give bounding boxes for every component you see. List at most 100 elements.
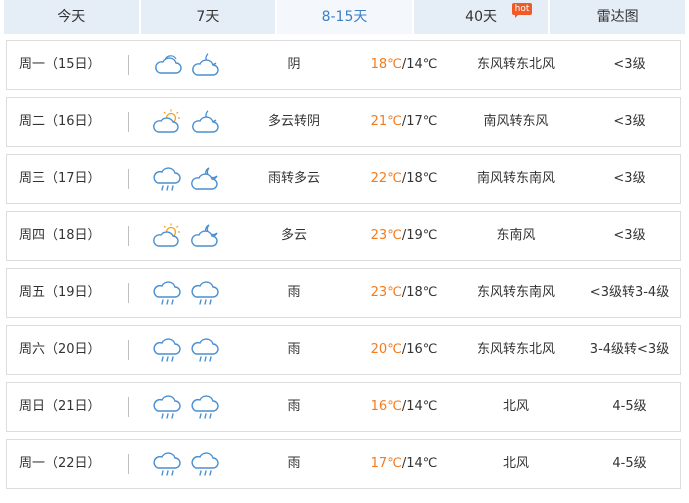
- wind-direction: 南风转东风: [483, 114, 549, 129]
- forecast-row: 周四（18日） 多云 23℃/19℃ 东南风 <3级: [6, 211, 681, 261]
- wind-level: <3级: [613, 57, 646, 72]
- tab-8-15-days-label: 8-15天: [321, 9, 368, 25]
- rain-icon: [153, 393, 183, 421]
- tab-8-15-days[interactable]: 8-15天: [277, 0, 412, 34]
- cloudy-night-icon: [191, 51, 221, 79]
- divider: [128, 55, 129, 75]
- wind-level: <3级: [613, 228, 646, 243]
- tab-radar-label: 雷达图: [596, 9, 639, 25]
- rain-icon: [191, 393, 221, 421]
- weather-condition: 雨: [287, 456, 301, 471]
- temperature-range: 23℃/19℃: [355, 212, 453, 260]
- weather-icons: [153, 222, 233, 250]
- divider: [128, 397, 129, 417]
- forecast-row: 周一（15日） 阴 18℃/14℃ 东风转东北风 <3级: [6, 40, 681, 90]
- weather-icons: [153, 51, 233, 79]
- divider: [128, 226, 129, 246]
- wind-direction: 北风: [502, 456, 529, 471]
- forecast-row: 周二（16日） 多云转阴 21℃/17℃ 南风转东风 <3级: [6, 97, 681, 147]
- rain-icon: [153, 336, 183, 364]
- cloudy-icon: [153, 51, 183, 79]
- forecast-row: 周六（20日） 雨 20℃/16℃ 东风转东北风 3-4级转<3级: [6, 325, 681, 375]
- divider: [128, 169, 129, 189]
- rain-icon: [153, 165, 183, 193]
- wind-level: <3级转3-4级: [589, 285, 670, 300]
- hot-badge: hot: [511, 3, 533, 18]
- temperature-range: 20℃/16℃: [355, 326, 453, 374]
- weather-icons: [153, 393, 233, 421]
- high-temperature: 22℃: [370, 171, 402, 186]
- day-date: 周四（18日）: [19, 228, 101, 243]
- tab-40-days-label: 40天: [465, 9, 497, 25]
- rain-icon: [153, 279, 183, 307]
- low-temperature: /14℃: [401, 57, 438, 72]
- cloudy-night-icon: [191, 108, 221, 136]
- temperature-range: 18℃/14℃: [355, 41, 453, 89]
- low-temperature: /18℃: [401, 171, 438, 186]
- low-temperature: /19℃: [401, 228, 438, 243]
- tab-7-days-label: 7天: [196, 9, 220, 25]
- rain-icon: [191, 279, 221, 307]
- high-temperature: 17℃: [370, 456, 402, 471]
- high-temperature: 18℃: [370, 57, 402, 72]
- forecast-row: 周一（22日） 雨 17℃/14℃ 北风 4-5级: [6, 439, 681, 489]
- day-date: 周六（20日）: [19, 342, 101, 357]
- day-date: 周一（15日）: [19, 57, 101, 72]
- weather-condition: 雨: [287, 399, 301, 414]
- forecast-tabs: 今天 7天 8-15天 40天 hot 雷达图: [4, 0, 685, 34]
- high-temperature: 16℃: [370, 399, 402, 414]
- divider: [128, 283, 129, 303]
- weather-condition: 多云: [280, 228, 307, 243]
- tab-today-label: 今天: [57, 9, 86, 25]
- weather-icons: [153, 165, 233, 193]
- weather-icons: [153, 450, 233, 478]
- weather-icons: [153, 279, 233, 307]
- forecast-row: 周日（21日） 雨 16℃/14℃ 北风 4-5级: [6, 382, 681, 432]
- tab-40-days[interactable]: 40天 hot: [413, 0, 549, 34]
- day-date: 周一（22日）: [19, 456, 101, 471]
- divider: [128, 454, 129, 474]
- divider: [128, 112, 129, 132]
- forecast-row: 周三（17日） 雨转多云 22℃/18℃ 南风转东南风 <3级: [6, 154, 681, 204]
- weather-icons: [153, 108, 233, 136]
- wind-level: 3-4级转<3级: [589, 342, 670, 357]
- wind-level: <3级: [613, 114, 646, 129]
- forecast-row: 周五（19日） 雨 23℃/18℃ 东风转东南风 <3级转3-4级: [6, 268, 681, 318]
- temperature-range: 16℃/14℃: [355, 383, 453, 431]
- temperature-range: 23℃/18℃: [355, 269, 453, 317]
- high-temperature: 23℃: [370, 228, 402, 243]
- day-date: 周三（17日）: [19, 171, 101, 186]
- weather-condition: 雨: [287, 342, 301, 357]
- divider: [128, 340, 129, 360]
- tab-radar[interactable]: 雷达图: [550, 0, 685, 34]
- day-date: 周日（21日）: [19, 399, 101, 414]
- wind-direction: 东风转东北风: [476, 342, 555, 357]
- weather-condition: 雨: [287, 285, 301, 300]
- temperature-range: 17℃/14℃: [355, 440, 453, 488]
- wind-level: <3级: [613, 171, 646, 186]
- low-temperature: /16℃: [401, 342, 438, 357]
- day-date: 周二（16日）: [19, 114, 101, 129]
- wind-level: 4-5级: [612, 399, 647, 414]
- tab-today[interactable]: 今天: [4, 0, 139, 34]
- partly-cloudy-icon: [153, 222, 183, 250]
- temperature-range: 21℃/17℃: [355, 98, 453, 146]
- day-date: 周五（19日）: [19, 285, 101, 300]
- rain-icon: [153, 450, 183, 478]
- high-temperature: 23℃: [370, 285, 402, 300]
- wind-direction: 东风转东北风: [476, 57, 555, 72]
- wind-direction: 南风转东南风: [476, 171, 555, 186]
- weather-condition: 雨转多云: [267, 171, 320, 186]
- weather-condition: 阴: [287, 57, 301, 72]
- weather-icons: [153, 336, 233, 364]
- wind-direction: 东风转东南风: [476, 285, 555, 300]
- temperature-range: 22℃/18℃: [355, 155, 453, 203]
- tab-7-days[interactable]: 7天: [140, 0, 276, 34]
- wind-direction: 东南风: [496, 228, 536, 243]
- rain-icon: [191, 450, 221, 478]
- low-temperature: /14℃: [401, 399, 438, 414]
- partly-cloudy-icon: [153, 108, 183, 136]
- forecast-list: 周一（15日）阴 18℃/14℃ 东风转东北风 <3级 周二（16日） 多云转阴 21℃/1…: [6, 40, 681, 496]
- wind-direction: 北风: [502, 399, 529, 414]
- low-temperature: /18℃: [401, 285, 438, 300]
